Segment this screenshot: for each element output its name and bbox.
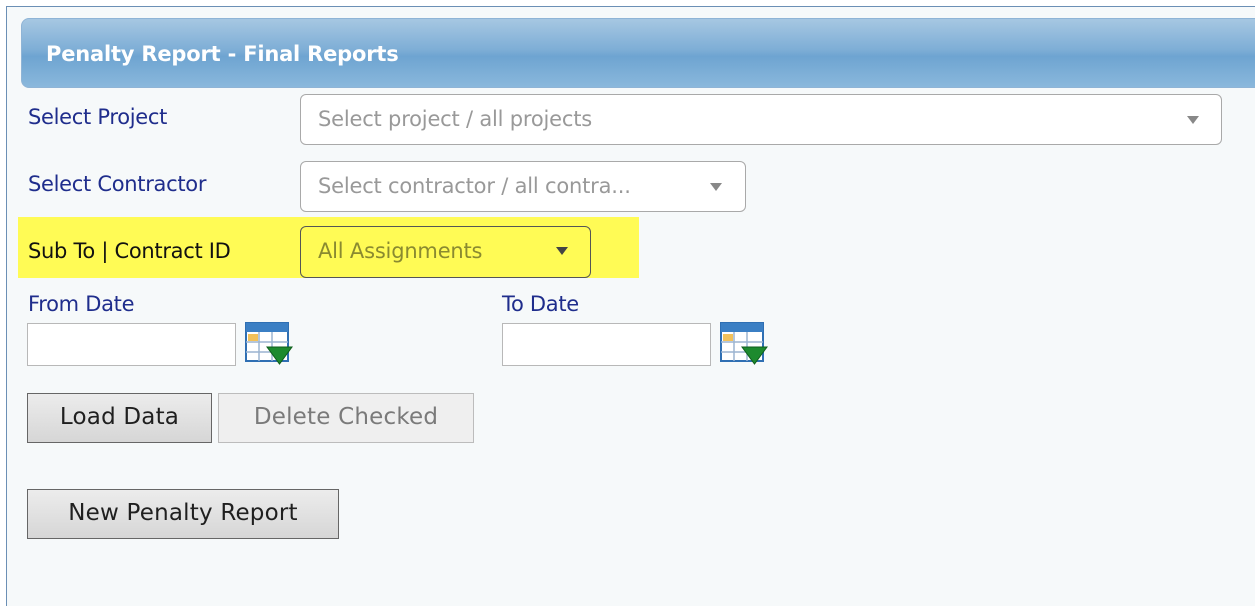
load-data-button[interactable]: Load Data bbox=[27, 393, 212, 443]
to-date-label: To Date bbox=[502, 292, 579, 316]
chevron-down-icon bbox=[710, 183, 722, 191]
contractor-select[interactable]: Select contractor / all contra... bbox=[300, 161, 746, 212]
project-select-placeholder: Select project / all projects bbox=[318, 107, 593, 131]
panel-header: Penalty Report - Final Reports bbox=[21, 18, 1255, 88]
contractor-select-placeholder: Select contractor / all contra... bbox=[318, 174, 631, 198]
assignment-select-value: All Assignments bbox=[318, 239, 483, 263]
to-date-input[interactable] bbox=[502, 323, 711, 366]
from-date-label: From Date bbox=[28, 292, 135, 316]
select-contractor-label: Select Contractor bbox=[28, 172, 207, 196]
page-title: Penalty Report - Final Reports bbox=[46, 42, 399, 66]
sub-to-contract-id-label: Sub To | Contract ID bbox=[28, 239, 231, 263]
chevron-down-icon bbox=[1187, 116, 1199, 124]
calendar-icon[interactable] bbox=[720, 322, 768, 366]
new-penalty-report-button[interactable]: New Penalty Report bbox=[27, 489, 339, 539]
select-project-label: Select Project bbox=[28, 105, 168, 129]
assignment-select[interactable]: All Assignments bbox=[300, 226, 591, 278]
calendar-icon[interactable] bbox=[245, 322, 293, 366]
from-date-input[interactable] bbox=[27, 323, 236, 366]
delete-checked-button[interactable]: Delete Checked bbox=[218, 393, 474, 443]
project-select[interactable]: Select project / all projects bbox=[300, 94, 1222, 145]
chevron-down-icon bbox=[556, 247, 568, 255]
